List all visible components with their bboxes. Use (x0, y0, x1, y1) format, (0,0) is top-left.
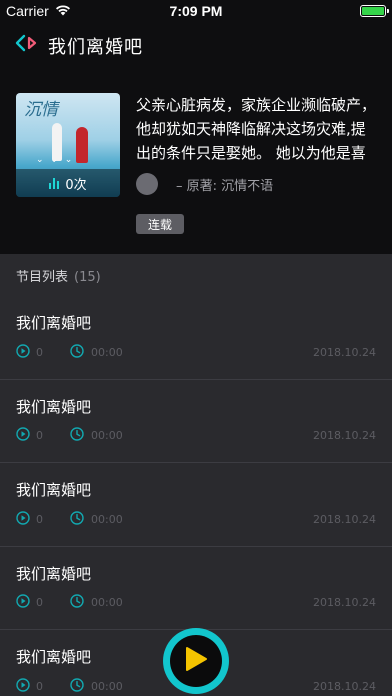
episode-date: 2018.10.24 (313, 429, 376, 443)
play-icon (184, 646, 208, 676)
album-cover[interactable]: 沉情 ⌄ ⌄ ⌄ 0次 (16, 93, 120, 197)
episode-plays: 0 (16, 427, 70, 444)
play-circle-icon (16, 510, 30, 528)
synopsis-line: 他却犹如天神降临解决这场灾难,提 (136, 120, 366, 138)
episode-meta: 0 00:00 2018.10.24 (16, 594, 376, 611)
episode-plays: 0 (16, 510, 70, 528)
episode-title: 我们离婚吧 (16, 397, 92, 416)
episode-meta: 0 00:00 2018.10.24 (16, 343, 376, 361)
author-row: – 原著: 沉情不语 (136, 173, 273, 195)
carrier-group: Carrier (6, 3, 71, 19)
episode-duration: 00:00 (70, 343, 123, 361)
episode-item[interactable]: 我们离婚吧 0 00:00 2018.10.24 (0, 463, 392, 547)
episode-duration: 00:00 (70, 594, 123, 611)
play-circle-icon (16, 343, 30, 361)
clock-icon (70, 427, 84, 444)
duration-value: 00:00 (91, 429, 123, 443)
episode-meta: 0 00:00 2018.10.24 (16, 427, 376, 444)
episode-item[interactable]: 我们离婚吧 0 00:00 2018.10.24 (0, 380, 392, 464)
play-circle-icon (16, 678, 30, 695)
album-synopsis: 父亲心脏病发，家族企业濒临破产， 他却犹如天神降临解决这场灾难,提 出的条件只是… (136, 93, 392, 165)
album-header: 我们离婚吧 沉情 ⌄ ⌄ ⌄ 0次 父亲心脏病发，家族企业濒临破产， 他却犹如天… (0, 22, 392, 254)
play-count: 0 (36, 679, 43, 693)
battery-level (362, 7, 384, 15)
episode-date: 2018.10.24 (313, 512, 376, 526)
play-button[interactable] (163, 628, 229, 694)
battery-icon (360, 5, 389, 17)
play-count: 0 (36, 429, 43, 443)
episode-date: 2018.10.24 (313, 596, 376, 610)
clock-icon (70, 594, 84, 611)
back-button[interactable] (14, 34, 38, 56)
episode-duration: 00:00 (70, 427, 123, 444)
play-count: 0 (36, 512, 43, 526)
back-arrow-icon (15, 34, 37, 56)
episode-title: 我们离婚吧 (16, 314, 92, 332)
episode-plays: 0 (16, 343, 70, 361)
episode-item[interactable]: 我们离婚吧 0 00:00 2018.10.24 (0, 547, 392, 631)
episode-title: 我们离婚吧 (16, 481, 92, 500)
audio-wave-icon (49, 177, 60, 189)
episode-item[interactable]: 我们离婚吧 0 00:00 2018.10.24 (0, 296, 392, 380)
episode-plays: 0 (16, 678, 70, 695)
play-count-overlay: 0次 (16, 169, 120, 197)
episode-title: 我们离婚吧 (16, 648, 92, 667)
author-avatar[interactable] (136, 173, 158, 195)
play-count: 0 (36, 596, 43, 610)
duration-value: 00:00 (91, 345, 123, 359)
clock-icon (70, 678, 84, 695)
play-count: 0 (36, 345, 43, 359)
duration-value: 00:00 (91, 596, 123, 610)
wifi-icon (55, 3, 71, 19)
synopsis-line: 父亲心脏病发，家族企业濒临破产， (136, 96, 377, 114)
duration-value: 00:00 (91, 679, 123, 693)
episode-count: (15) (74, 270, 101, 285)
synopsis-line: 出的条件只是娶她。 她以为他是喜 (136, 144, 366, 162)
serial-status-badge: 连载 (136, 214, 184, 234)
page-title: 我们离婚吧 (48, 37, 143, 58)
cover-birds: ⌄ ⌄ ⌄ (36, 155, 75, 165)
episode-meta: 0 00:00 2018.10.24 (16, 510, 376, 528)
play-button-inner (170, 635, 222, 687)
clock-icon (70, 343, 84, 361)
episode-duration: 00:00 (70, 510, 123, 528)
episode-list-title: 节目列表 (16, 270, 69, 285)
clock-icon (70, 510, 84, 528)
carrier-label: Carrier (6, 3, 49, 19)
episode-title: 我们离婚吧 (16, 564, 92, 583)
status-bar: Carrier 7:09 PM (0, 0, 392, 22)
episode-list-header: 节目列表 (15) (16, 266, 101, 285)
cover-title: 沉情 (24, 100, 58, 120)
cover-figure (76, 127, 88, 163)
author-label: – 原著: 沉情不语 (176, 178, 274, 194)
episode-date: 2018.10.24 (313, 679, 376, 693)
play-count: 0次 (65, 177, 87, 193)
episode-plays: 0 (16, 594, 70, 611)
episode-date: 2018.10.24 (313, 345, 376, 359)
play-circle-icon (16, 594, 30, 611)
duration-value: 00:00 (91, 512, 123, 526)
play-circle-icon (16, 427, 30, 444)
episode-duration: 00:00 (70, 678, 123, 695)
